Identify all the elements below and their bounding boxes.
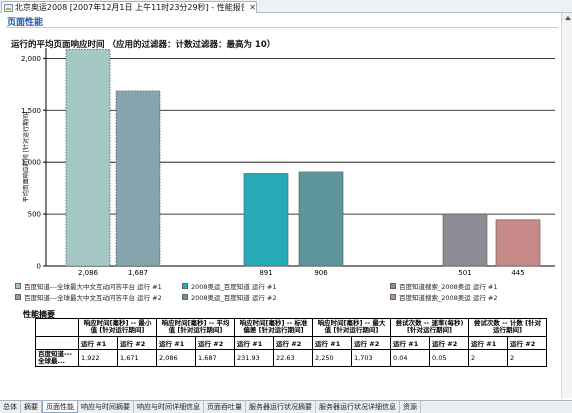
summary-header-row: 响应时间[毫秒] -- 最小值 [针对运行期间] 响应时间[毫秒] -- 平均值…: [35, 318, 547, 337]
subheader-run2: 运行 #2: [507, 335, 547, 350]
subheader-run1: 运行 #1: [234, 335, 274, 350]
bar: [243, 173, 289, 267]
bar: [442, 213, 488, 267]
tab-响应与时间详细信息[interactable]: 响应与时间详细信息: [134, 401, 204, 413]
legend-item: 2008奥运_百度知道 运行 #2: [182, 292, 277, 302]
bar-value-label: 891: [259, 269, 272, 277]
legend-label: 2008奥运_百度知道 运行 #2: [191, 294, 277, 302]
legend-item: 百度知道---全球最大中文互动问答平台 运行 #2: [15, 292, 162, 302]
header-max: 响应时间[毫秒] -- 最大值 [针对运行期间]: [312, 318, 391, 337]
tab-服务器运行状况详细信息[interactable]: 服务器运行状况详细信息: [316, 401, 400, 413]
table-cell: 1,703: [351, 348, 391, 368]
subheader-run1: 运行 #1: [312, 335, 352, 350]
subheader-run2: 运行 #2: [351, 335, 391, 350]
row-label: 百度知道---全球最...: [35, 348, 79, 368]
legend-swatch: [15, 283, 21, 289]
bar: [495, 219, 541, 267]
legend-item: 2008奥运_百度知道 运行 #1: [182, 281, 277, 291]
tab-服务器运行状况摘要[interactable]: 服务器运行状况摘要: [246, 401, 316, 413]
summary-subheader-row: 运行 #1 运行 #2 运行 #1 运行 #2 运行 #1 运行 #2 运行 #…: [35, 335, 547, 350]
subheader-run1: 运行 #1: [390, 335, 430, 350]
legend-swatch: [390, 283, 396, 289]
tab-页面吞吐量[interactable]: 页面吞吐量: [204, 401, 246, 413]
legend-label: 百度知道搜索_2008奥运 运行 #1: [399, 283, 498, 291]
legend-item: 百度知道搜索_2008奥运 运行 #2: [390, 292, 498, 302]
bar-value-label: 2,086: [78, 269, 99, 277]
header-stddev: 响应时间[毫秒] -- 标准偏差 [针对运行期间]: [234, 318, 313, 337]
bar: [298, 171, 344, 267]
header-avg: 响应时间[毫秒] -- 平均值 [针对运行期间]: [156, 318, 235, 337]
bar-value-label: 445: [511, 269, 524, 277]
header-count: 尝试次数 -- 计数 [针对运行期间]: [468, 318, 547, 337]
subheader-run2: 运行 #2: [117, 335, 157, 350]
bar: [65, 49, 111, 267]
subheader-run1: 运行 #1: [78, 335, 118, 350]
table-cell: 2: [468, 348, 508, 368]
header-corner: [35, 318, 79, 337]
tab-响应与时间摘要[interactable]: 响应与时间摘要: [78, 401, 134, 413]
legend-label: 百度知道---全球最大中文互动问答平台 运行 #2: [24, 294, 162, 302]
table-cell: 2: [507, 348, 547, 368]
y-tick-label: 2,000: [21, 55, 41, 63]
y-axis-title: 平均页面响应时间 [针对运行期间]: [22, 112, 30, 203]
table-cell: 2,086: [156, 348, 196, 368]
table-cell: 1,671: [117, 348, 157, 368]
subheader-corner: [35, 335, 79, 350]
table-row: 百度知道---全球最... 1,922 1,671 2,086 1,687 23…: [35, 348, 547, 368]
tab-总体[interactable]: 总体: [0, 401, 21, 413]
subheader-run2: 运行 #2: [195, 335, 235, 350]
legend-swatch: [390, 294, 396, 300]
bar-chart: 05001,0001,5002,000平均页面响应时间 [针对运行期间]2,08…: [21, 48, 555, 277]
legend-swatch: [182, 294, 188, 300]
summary-table: 响应时间[毫秒] -- 最小值 [针对运行期间] 响应时间[毫秒] -- 平均值…: [35, 318, 547, 368]
bar: [115, 90, 161, 267]
subheader-run1: 运行 #1: [468, 335, 508, 350]
subheader-run2: 运行 #2: [429, 335, 469, 350]
legend-swatch: [15, 294, 21, 300]
table-cell: 0.05: [429, 348, 469, 368]
legend-item: 百度知道---全球最大中文互动问答平台 运行 #1: [15, 281, 162, 291]
header-rate: 尝试次数 -- 速率(每秒) [针对运行期间]: [390, 318, 469, 337]
legend-item: 百度知道搜索_2008奥运 运行 #1: [390, 281, 498, 291]
table-cell: 22.63: [273, 348, 313, 368]
table-cell: 1,922: [78, 348, 118, 368]
y-tick-label: 0: [37, 263, 41, 271]
bar-value-label: 906: [314, 269, 328, 277]
subheader-run1: 运行 #1: [156, 335, 196, 350]
bar-value-label: 1,687: [128, 269, 148, 277]
legend-swatch: [182, 283, 188, 289]
legend-label: 百度知道搜索_2008奥运 运行 #2: [399, 294, 498, 302]
y-tick-label: 500: [28, 211, 41, 219]
tab-摘要[interactable]: 摘要: [21, 401, 42, 413]
table-cell: 2,250: [312, 348, 352, 368]
report-tabs-bar: 总体 摘要 页面性能 响应与时间摘要 响应与时间详细信息 页面吞吐量 服务器运行状况摘要 服务…: [0, 400, 572, 413]
tab-资源[interactable]: 资源: [400, 401, 421, 413]
table-cell: 0.04: [390, 348, 430, 368]
header-min: 响应时间[毫秒] -- 最小值 [针对运行期间]: [78, 318, 157, 337]
bar-value-label: 501: [458, 269, 471, 277]
legend-label: 2008奥运_百度知道 运行 #1: [191, 283, 277, 291]
tab-页面性能[interactable]: 页面性能: [42, 401, 78, 413]
table-cell: 231.93: [234, 348, 274, 368]
table-cell: 1,687: [195, 348, 235, 368]
subheader-run2: 运行 #2: [273, 335, 313, 350]
legend-label: 百度知道---全球最大中文互动问答平台 运行 #1: [24, 283, 162, 291]
